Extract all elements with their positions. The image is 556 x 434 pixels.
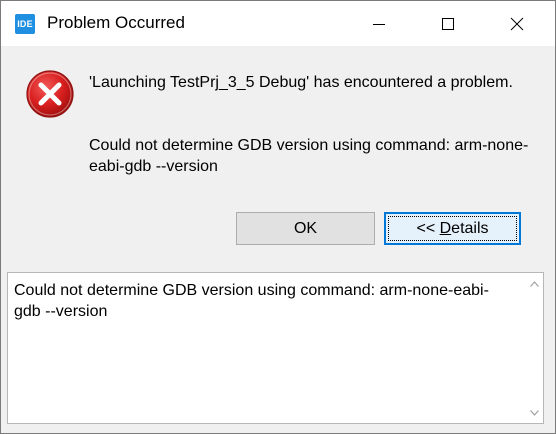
error-detail-message: Could not determine GDB version using co…	[89, 137, 529, 175]
scroll-up-button[interactable]	[526, 275, 543, 292]
details-button-label: etails	[451, 219, 489, 237]
chevron-down-icon	[530, 409, 539, 416]
details-button-focus-ring: << Details	[388, 216, 517, 241]
app-icon-text: IDE	[17, 19, 33, 29]
title-bar[interactable]: IDE Problem Occurred	[1, 1, 555, 46]
error-message: 'Launching TestPrj_3_5 Debug' has encoun…	[89, 74, 513, 91]
close-button[interactable]	[494, 1, 540, 46]
details-text: Could not determine GDB version using co…	[14, 282, 489, 320]
ok-button[interactable]: OK	[236, 212, 375, 245]
ok-button-label: OK	[293, 219, 318, 237]
minimize-button[interactable]	[356, 1, 402, 46]
close-icon	[510, 17, 524, 30]
maximize-button[interactable]	[425, 1, 471, 46]
chevron-up-icon	[530, 280, 539, 287]
vertical-scrollbar[interactable]	[526, 273, 543, 423]
scroll-down-button[interactable]	[526, 404, 543, 421]
details-button-prefix: <<	[416, 219, 440, 237]
details-button-mnemonic: D	[439, 219, 452, 237]
details-button[interactable]: << Details	[384, 212, 521, 245]
window-title: Problem Occurred	[47, 13, 185, 32]
details-textarea[interactable]: Could not determine GDB version using co…	[7, 272, 544, 424]
problem-dialog: IDE Problem Occurred 'Launching TestPrj_…	[0, 0, 556, 434]
maximize-icon	[442, 17, 454, 30]
minimize-icon	[373, 23, 385, 25]
error-icon	[26, 70, 74, 118]
ide-app-icon: IDE	[15, 14, 35, 34]
